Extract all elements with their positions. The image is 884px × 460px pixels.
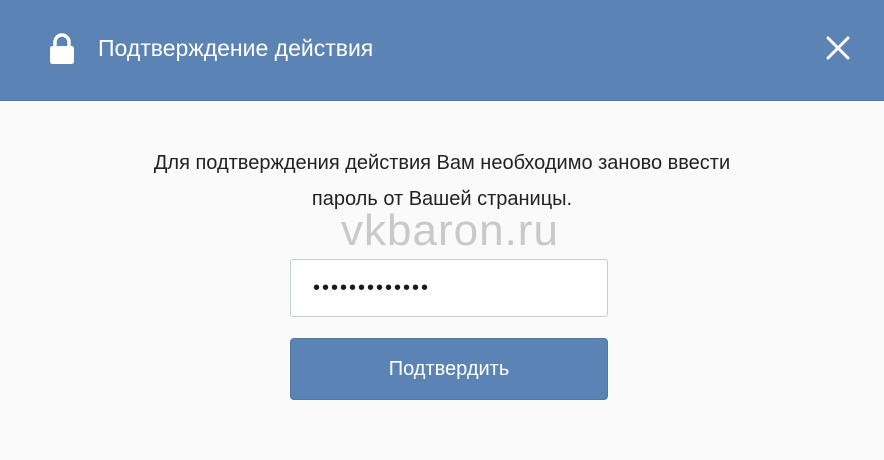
password-input[interactable]: ••••••••••••• (290, 259, 608, 317)
dialog-title: Подтверждение действия (98, 35, 374, 61)
password-value: ••••••••••••• (313, 277, 431, 299)
confirm-button[interactable]: Подтвердить (290, 338, 608, 400)
confirm-action-dialog: Подтверждение действия Для подтверждения… (0, 0, 884, 460)
close-icon[interactable] (824, 34, 852, 62)
watermark: vkbaron.ru (341, 206, 559, 255)
message-line-1: Для подтверждения действия Вам необходим… (153, 152, 731, 174)
lock-icon (50, 33, 74, 64)
dialog-header: Подтверждение действия (0, 0, 884, 101)
